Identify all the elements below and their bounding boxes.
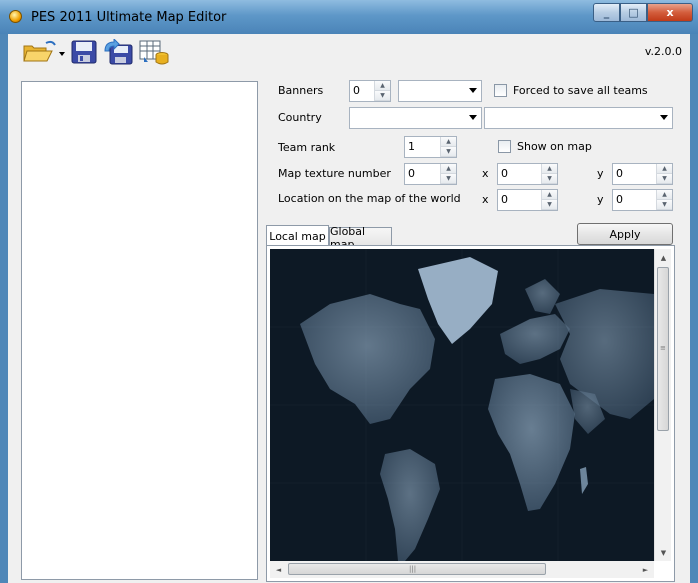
apply-button[interactable]: Apply [577,223,673,245]
team-rank-label: Team rank [278,141,336,154]
location-x-label: x [482,193,489,206]
location-x-value: 0 [501,193,508,206]
vertical-scroll-thumb[interactable]: ≡ [657,267,669,431]
stepper-down-icon[interactable]: ▼ [375,91,390,101]
location-label: Location on the map of the world [278,192,461,205]
banners-value: 0 [353,84,360,97]
show-on-map-checkbox[interactable] [498,140,511,153]
stepper-down-icon[interactable]: ▼ [441,174,456,184]
team-rank-value: 1 [408,140,415,153]
title-bar[interactable]: PES 2011 Ultimate Map Editor _ □ x [0,0,698,34]
location-y-stepper[interactable]: 0 ▲ ▼ [612,189,673,211]
horizontal-scrollbar[interactable]: ◄ ||| ► [270,561,654,578]
team-list[interactable] [21,81,258,580]
map-texture-label: Map texture number [278,167,391,180]
minimize-icon: _ [603,6,610,19]
caption-buttons: _ □ x [593,3,693,22]
team-rank-stepper-arrows[interactable]: ▲ ▼ [440,137,456,157]
map-texture-x-stepper-arrows[interactable]: ▲ ▼ [541,164,557,184]
location-y-value: 0 [616,193,623,206]
close-button[interactable]: x [647,3,693,22]
toolbar: v.2.0.0 [8,34,690,70]
location-y-label: y [597,193,604,206]
tab-local-map-label: Local map [269,230,326,243]
stepper-up-icon[interactable]: ▲ [542,164,557,174]
country-label: Country [278,111,322,124]
scroll-right-icon[interactable]: ► [637,561,654,578]
scroll-down-icon[interactable]: ▼ [655,544,672,561]
map-texture-y-label: y [597,167,604,180]
banners-combo[interactable] [398,80,482,102]
save-as-button[interactable] [102,39,134,65]
stepper-up-icon[interactable]: ▲ [441,164,456,174]
grip-icon: ||| [409,565,417,573]
location-x-stepper-arrows[interactable]: ▲ ▼ [541,190,557,210]
app-icon [9,10,22,23]
maximize-button[interactable]: □ [620,3,647,22]
team-rank-stepper[interactable]: 1 ▲ ▼ [404,136,457,158]
scroll-left-icon[interactable]: ◄ [270,561,287,578]
tab-local-map[interactable]: Local map [266,225,329,247]
tab-global-map[interactable]: Global map [329,225,392,251]
world-map-view[interactable] [270,249,654,561]
stepper-down-icon[interactable]: ▼ [542,174,557,184]
map-texture-y-value: 0 [616,167,623,180]
app-window: PES 2011 Ultimate Map Editor _ □ x v.2.0… [0,0,698,583]
save-as-icon [104,39,133,65]
grip-icon: ≡ [660,344,666,352]
stepper-down-icon[interactable]: ▼ [657,200,672,210]
map-texture-x-label: x [482,167,489,180]
open-folder-icon [23,40,65,62]
stepper-up-icon[interactable]: ▲ [441,137,456,147]
scroll-up-icon[interactable]: ▲ [655,249,672,266]
forced-save-checkbox[interactable] [494,84,507,97]
window-title: PES 2011 Ultimate Map Editor [31,10,227,25]
banners-label: Banners [278,84,324,97]
forced-save-label: Forced to save all teams [513,84,648,97]
client-area: v.2.0.0 Banners 0 ▲ ▼ Forced to save all… [8,34,690,583]
save-button[interactable] [70,39,98,65]
minimize-button[interactable]: _ [593,3,620,22]
stepper-up-icon[interactable]: ▲ [657,190,672,200]
stepper-up-icon[interactable]: ▲ [657,164,672,174]
chevron-down-icon [660,115,668,120]
database-button[interactable] [138,39,170,65]
version-label: v.2.0.0 [644,45,682,58]
map-texture-x-stepper[interactable]: 0 ▲ ▼ [497,163,558,185]
stepper-down-icon[interactable]: ▼ [441,147,456,157]
map-texture-y-stepper-arrows[interactable]: ▲ ▼ [656,164,672,184]
map-texture-x-value: 0 [501,167,508,180]
world-map-image [270,249,654,561]
map-texture-value: 0 [408,167,415,180]
show-on-map-label: Show on map [517,140,592,153]
close-icon: x [666,6,674,19]
stepper-up-icon[interactable]: ▲ [542,190,557,200]
chevron-down-icon [469,88,477,93]
location-y-stepper-arrows[interactable]: ▲ ▼ [656,190,672,210]
horizontal-scroll-thumb[interactable]: ||| [288,563,546,575]
location-x-stepper[interactable]: 0 ▲ ▼ [497,189,558,211]
maximize-icon: □ [628,6,639,19]
chevron-down-icon [469,115,477,120]
map-texture-y-stepper[interactable]: 0 ▲ ▼ [612,163,673,185]
banners-stepper[interactable]: 0 ▲ ▼ [349,80,391,102]
stepper-up-icon[interactable]: ▲ [375,81,390,91]
database-table-icon [139,40,169,65]
local-map-page: ▲ ≡ ▼ ◄ ||| ► [266,245,675,582]
stepper-down-icon[interactable]: ▼ [542,200,557,210]
stepper-down-icon[interactable]: ▼ [657,174,672,184]
map-texture-stepper-arrows[interactable]: ▲ ▼ [440,164,456,184]
country-secondary-combo[interactable] [484,107,673,129]
save-icon [71,40,97,64]
banners-stepper-arrows[interactable]: ▲ ▼ [374,81,390,101]
map-texture-stepper[interactable]: 0 ▲ ▼ [404,163,457,185]
country-combo[interactable] [349,107,482,129]
vertical-scrollbar[interactable]: ▲ ≡ ▼ [654,249,671,561]
open-button[interactable] [22,39,66,65]
